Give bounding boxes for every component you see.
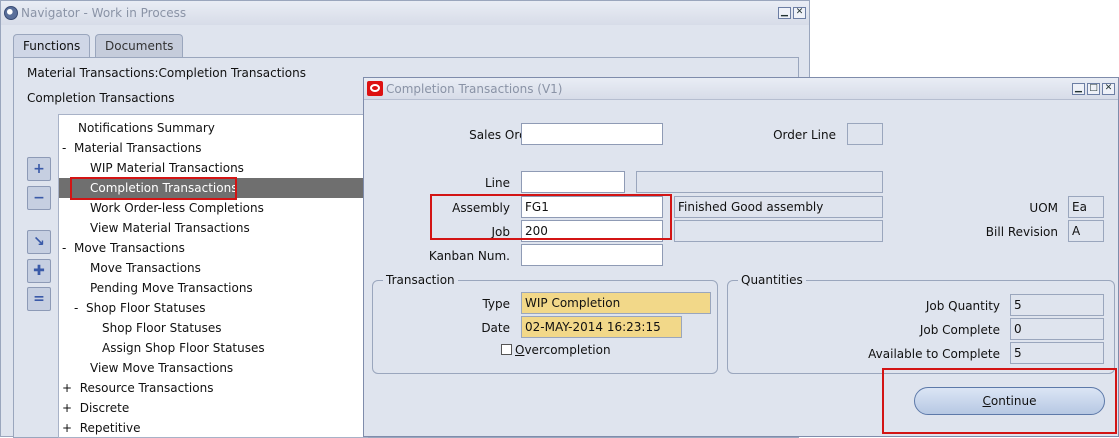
bill-revision-field: A xyxy=(1068,220,1104,242)
expand-icon[interactable]: + xyxy=(27,157,51,181)
overcompletion-label: Overcompletion xyxy=(515,343,611,357)
sales-order-label: Sales Order xyxy=(469,128,539,142)
type-field[interactable]: WIP Completion xyxy=(521,292,711,314)
close-icon[interactable]: ✕ xyxy=(1102,83,1115,95)
sales-order-field[interactable] xyxy=(521,123,663,145)
navigator-title: Navigator - Work in Process xyxy=(21,6,187,20)
expand-all-icon[interactable]: ✚ xyxy=(27,259,51,283)
tree-item[interactable]: Move Transactions xyxy=(90,258,201,278)
minimize-icon[interactable]: ▁ xyxy=(778,7,791,19)
line-description xyxy=(636,171,883,193)
app-icon xyxy=(4,6,18,20)
order-line-label: Order Line xyxy=(773,128,836,142)
tree-item[interactable]: View Move Transactions xyxy=(90,358,233,378)
tab-functions[interactable]: Functions xyxy=(13,34,91,58)
job-quantity-label: Job Quantity xyxy=(925,299,1000,313)
collapse-icon[interactable]: − xyxy=(27,186,51,210)
tree-item[interactable]: WIP Material Transactions xyxy=(90,158,244,178)
job-complete-field: 0 xyxy=(1010,318,1104,340)
tree-item-selected[interactable]: Completion Transactions xyxy=(59,178,369,198)
expand-branch-icon[interactable]: ↘ xyxy=(27,230,51,254)
tree-item[interactable]: + Resource Transactions xyxy=(62,378,213,398)
continue-button[interactable]: Continue xyxy=(914,387,1105,415)
completion-title: Completion Transactions (V1) xyxy=(386,82,563,96)
date-field[interactable]: 02-MAY-2014 16:23:15 xyxy=(521,316,682,338)
job-label: Job xyxy=(491,225,511,239)
tree-item[interactable]: Assign Shop Floor Statuses xyxy=(102,338,265,358)
tree-item[interactable]: Notifications Summary xyxy=(78,118,215,138)
order-line-field[interactable] xyxy=(847,123,883,145)
job-description xyxy=(674,220,883,242)
minimize-icon[interactable]: ▁ xyxy=(1072,83,1085,95)
assembly-label: Assembly xyxy=(452,201,510,215)
navigator-titlebar: Navigator - Work in Process ▁ ✕ xyxy=(1,1,809,25)
job-quantity-field: 5 xyxy=(1010,294,1104,316)
overcompletion-checkbox[interactable] xyxy=(501,344,512,355)
job-complete-label: Job Complete xyxy=(919,323,1000,337)
uom-label: UOM xyxy=(1029,201,1058,215)
collapse-all-icon[interactable]: = xyxy=(27,287,51,311)
bill-revision-label: Bill Revision xyxy=(985,225,1058,239)
type-label: Type xyxy=(482,297,510,311)
assembly-field[interactable]: FG1 xyxy=(521,196,663,218)
available-to-complete-label: Available to Complete xyxy=(868,347,1000,361)
function-tree: Notifications Summary - Material Transac… xyxy=(58,114,369,438)
close-icon[interactable]: ✕ xyxy=(793,7,806,19)
date-label: Date xyxy=(481,321,510,335)
kanban-field[interactable] xyxy=(521,244,663,266)
current-function: Completion Transactions xyxy=(27,91,175,105)
tree-item[interactable]: View Material Transactions xyxy=(90,218,250,238)
transaction-group-title: Transaction xyxy=(383,273,458,287)
tree-item[interactable]: + Discrete xyxy=(62,398,129,418)
completion-titlebar: Completion Transactions (V1) ▁ □ ✕ xyxy=(364,78,1118,100)
oracle-icon xyxy=(367,81,383,96)
line-field[interactable] xyxy=(521,171,625,193)
maximize-icon[interactable]: □ xyxy=(1087,83,1100,95)
tree-item[interactable]: - Move Transactions xyxy=(62,238,185,258)
tree-item[interactable]: Shop Floor Statuses xyxy=(102,318,222,338)
tree-item[interactable]: Pending Move Transactions xyxy=(90,278,253,298)
completion-transactions-window: Completion Transactions (V1) ▁ □ ✕ Sales… xyxy=(363,77,1119,437)
tree-item[interactable]: + Repetitive xyxy=(62,418,140,438)
available-to-complete-field: 5 xyxy=(1010,342,1104,364)
tree-item[interactable]: - Shop Floor Statuses xyxy=(74,298,206,318)
kanban-label: Kanban Num. xyxy=(428,249,510,263)
uom-field: Ea xyxy=(1068,196,1104,218)
tree-item[interactable]: - Material Transactions xyxy=(62,138,201,158)
function-path: Material Transactions:Completion Transac… xyxy=(27,66,306,80)
assembly-description: Finished Good assembly xyxy=(674,196,883,218)
quantities-group-title: Quantities xyxy=(738,273,806,287)
line-label: Line xyxy=(484,176,510,190)
job-field[interactable]: 200 xyxy=(521,220,663,242)
tab-documents[interactable]: Documents xyxy=(95,34,184,58)
tree-item[interactable]: Work Order-less Completions xyxy=(90,198,264,218)
